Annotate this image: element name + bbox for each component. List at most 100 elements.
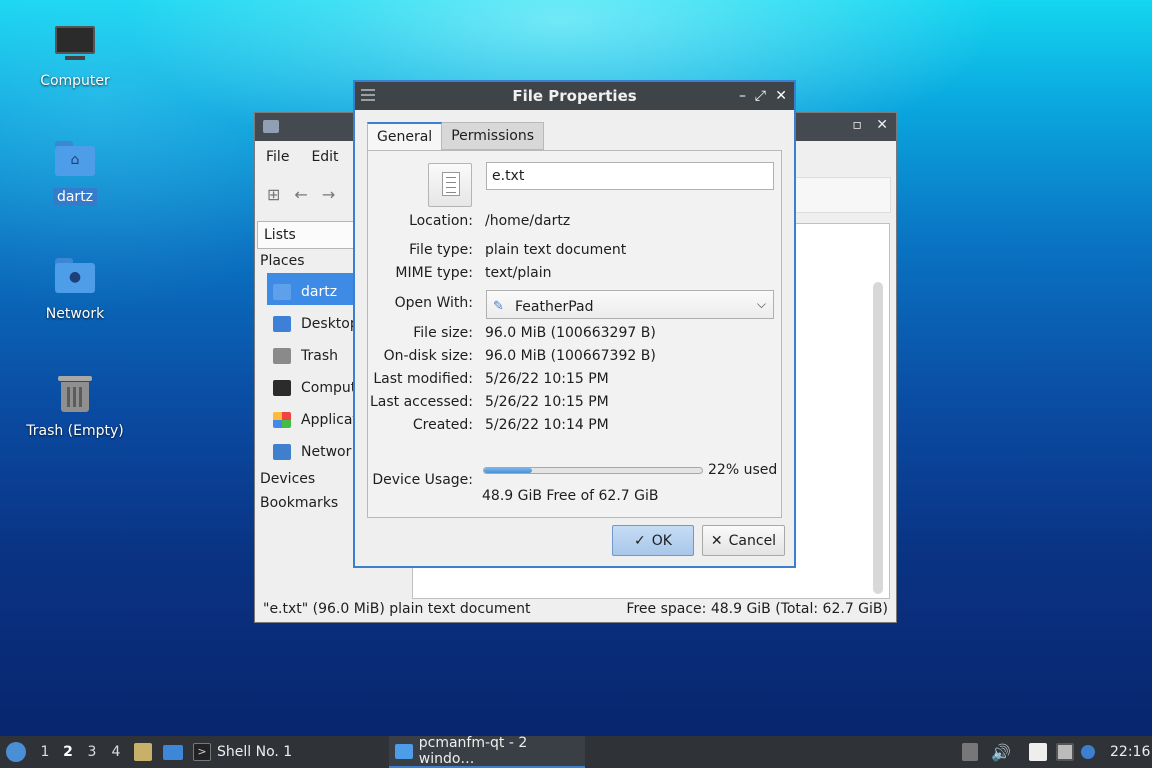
device-usage-percent: 22% used [708, 462, 778, 478]
start-menu-button[interactable] [5, 736, 27, 768]
desktop-icon-home[interactable]: ⌂ dartz [10, 138, 140, 206]
new-tab-icon[interactable]: ⊞ [267, 185, 280, 204]
ok-button[interactable]: ✓ OK [612, 525, 694, 556]
window-menu-icon[interactable] [361, 89, 375, 103]
tray-network[interactable] [1056, 736, 1074, 768]
tab-label: General [377, 129, 433, 145]
dialog-title: File Properties [512, 87, 637, 105]
created-label: Created: [412, 417, 473, 433]
accessed-value: 5/26/22 10:15 PM [485, 394, 609, 410]
tab-general[interactable]: General [367, 122, 443, 150]
workspace-1[interactable]: 1 [34, 736, 56, 768]
show-desktop-button[interactable] [163, 736, 183, 768]
vertical-scrollbar[interactable] [873, 282, 883, 594]
home-folder-icon [273, 284, 291, 300]
network-folder-icon: ● [53, 255, 97, 299]
arrow-up-icon [962, 743, 978, 761]
check-icon: ✓ [634, 532, 646, 549]
folder-icon [395, 743, 413, 759]
accessed-row: Last accessed: 5/26/22 10:15 PM [368, 394, 783, 414]
task-shell[interactable]: > Shell No. 1 [193, 736, 292, 768]
open-with-value: FeatherPad [515, 299, 594, 315]
notification-icon [1081, 745, 1095, 759]
minimize-icon[interactable]: – [739, 82, 746, 110]
tray-updates[interactable] [962, 736, 978, 768]
trash-icon [273, 348, 291, 364]
computer-icon [273, 380, 291, 396]
workspace-4[interactable]: 4 [105, 736, 127, 768]
desktop-icon-label: Computer [40, 73, 110, 89]
chevron-down-icon: ⌵ [756, 297, 766, 311]
dialog-titlebar[interactable]: File Properties – ⤢ ✕ [355, 82, 794, 110]
ok-button-label: OK [651, 532, 672, 549]
cancel-button[interactable]: ✕ Cancel [702, 525, 785, 556]
file-size-label: File size: [413, 325, 473, 341]
clock[interactable]: 22:16 [1110, 736, 1150, 768]
close-icon[interactable]: ✕ [876, 117, 888, 133]
status-bar: "e.txt" (96.0 MiB) plain text document F… [255, 598, 896, 622]
file-icon-button[interactable] [428, 163, 472, 207]
featherpad-icon: ✎ [493, 299, 504, 314]
sidebar-item-label: Comput [301, 380, 357, 396]
desktop-icon-label: Network [45, 306, 105, 322]
cancel-button-label: Cancel [728, 532, 777, 549]
tab-label: Permissions [451, 128, 534, 144]
workspace-3[interactable]: 3 [81, 736, 103, 768]
back-arrow-icon[interactable]: ← [294, 185, 307, 204]
network-folder-icon [273, 444, 291, 460]
desktop-icon-label: Trash (Empty) [26, 423, 124, 439]
maximize-icon[interactable]: ▫ [852, 117, 862, 133]
folder-icon [263, 120, 279, 133]
tray-volume[interactable]: 🔊 [991, 736, 1011, 768]
volume-icon: 🔊 [991, 742, 1011, 762]
tray-clipboard[interactable] [1029, 736, 1047, 768]
open-with-label: Open With: [394, 295, 473, 311]
sidebar-item-label: dartz [301, 284, 338, 300]
close-icon: ✕ [710, 532, 723, 549]
file-size-value: 96.0 MiB (100663297 B) [485, 325, 656, 341]
forward-arrow-icon[interactable]: → [322, 185, 335, 204]
sidebar-item-label: Desktop [301, 316, 359, 332]
desktop-icon-computer[interactable]: Computer [10, 22, 140, 90]
desktop-icon [163, 744, 183, 760]
close-icon[interactable]: ✕ [775, 82, 787, 110]
file-name-input[interactable] [486, 162, 774, 190]
workspace-2[interactable]: 2 [57, 736, 79, 768]
task-label: Shell No. 1 [217, 744, 293, 760]
modified-value: 5/26/22 10:15 PM [485, 371, 609, 387]
created-row: Created: 5/26/22 10:14 PM [368, 417, 783, 437]
accessed-label: Last accessed: [369, 394, 473, 410]
toolbar: ⊞ ← → [267, 185, 335, 204]
lxqt-logo-icon [6, 742, 26, 762]
sidebar-item-label: Networ [301, 444, 352, 460]
tab-permissions[interactable]: Permissions [442, 122, 544, 150]
desktop-icon-trash[interactable]: Trash (Empty) [10, 372, 140, 440]
disk-size-value: 96.0 MiB (100667392 B) [485, 348, 656, 364]
text-file-icon [442, 172, 460, 196]
device-usage-label: Device Usage: [372, 472, 473, 488]
trash-icon [53, 372, 97, 416]
location-row: Location: /home/dartz [368, 213, 783, 233]
tray-notifications[interactable] [1081, 736, 1095, 768]
mime-type-row: MIME type: text/plain [368, 265, 783, 285]
taskbar: 1 2 3 4 > Shell No. 1 pcmanfm-qt - 2 win… [0, 735, 1152, 768]
desktop-icon-network[interactable]: ● Network [10, 255, 140, 323]
path-bar[interactable] [795, 177, 891, 213]
modified-row: Last modified: 5/26/22 10:15 PM [368, 371, 783, 391]
open-with-select[interactable]: ✎ FeatherPad ⌵ [486, 290, 774, 319]
maximize-icon[interactable]: ⤢ [755, 82, 766, 110]
file-type-value: plain text document [485, 242, 627, 258]
status-free-space: Free space: 48.9 GiB (Total: 62.7 GiB) [626, 601, 888, 617]
mime-type-value: text/plain [485, 265, 552, 281]
file-size-row: File size: 96.0 MiB (100663297 B) [368, 325, 783, 345]
mime-type-label: MIME type: [395, 265, 473, 281]
task-label: pcmanfm-qt - 2 windo… [418, 735, 528, 767]
file-properties-dialog: File Properties – ⤢ ✕ General Permission… [353, 80, 796, 568]
sidebar-item-label: Applicat [301, 412, 358, 428]
task-pcmanfm[interactable]: pcmanfm-qt - 2 windo… [389, 735, 585, 768]
menu-file[interactable]: File [255, 143, 300, 171]
location-label: Location: [409, 213, 473, 229]
menu-edit[interactable]: Edit [300, 143, 349, 171]
file-manager-icon [134, 743, 152, 761]
quicklaunch-files[interactable] [134, 736, 152, 768]
